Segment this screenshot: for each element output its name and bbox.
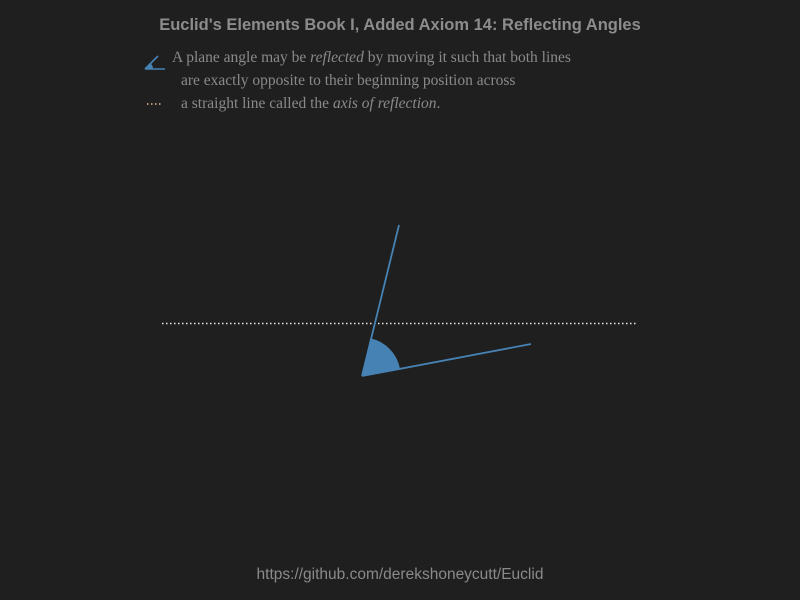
footer-link[interactable]: https://github.com/derekshoneycutt/Eucli… [0, 566, 800, 584]
reflection-diagram [162, 224, 637, 377]
page: Euclid's Elements Book I, Added Axiom 14… [0, 0, 800, 600]
